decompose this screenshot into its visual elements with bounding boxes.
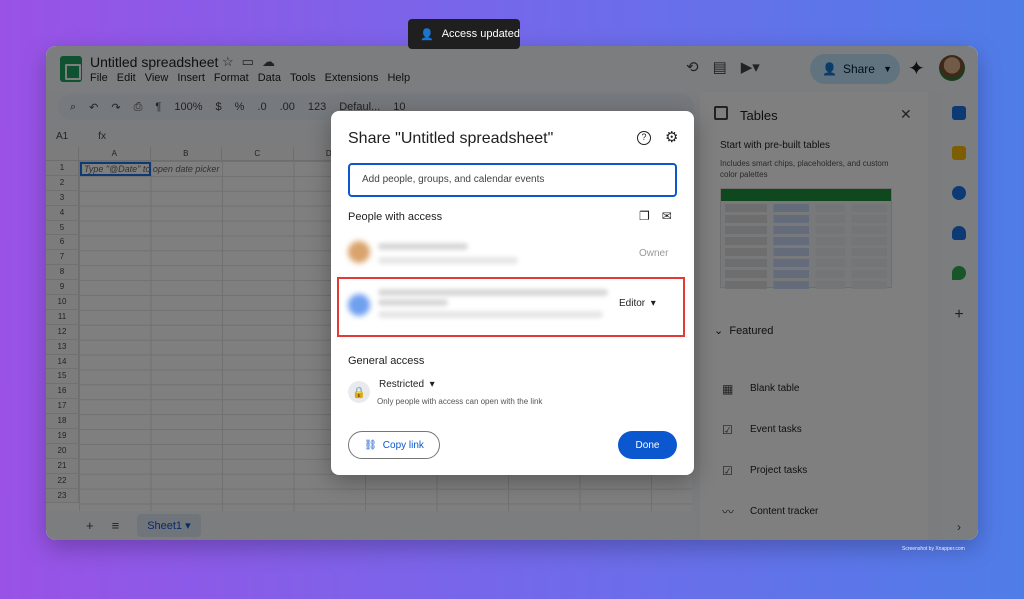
done-button[interactable]: Done xyxy=(618,431,677,459)
blurred-name xyxy=(378,243,468,250)
highlight-box xyxy=(337,277,685,337)
dialog-title: Share "Untitled spreadsheet" xyxy=(348,130,554,147)
copy-icon[interactable]: ❐ xyxy=(639,209,650,223)
restricted-description: Only people with access can open with th… xyxy=(377,397,543,406)
general-access-heading: General access xyxy=(348,355,425,367)
people-actions: ❐ ✉ xyxy=(639,209,672,223)
copy-link-label: Copy link xyxy=(382,439,424,451)
gear-icon[interactable]: ⚙ xyxy=(665,128,678,146)
copy-link-button[interactable]: ⛓ Copy link xyxy=(348,431,440,459)
access-updated-toast: 👤 Access updated xyxy=(408,19,520,49)
add-people-input[interactable]: Add people, groups, and calendar events xyxy=(348,163,677,197)
lock-icon: 🔒 xyxy=(348,381,370,403)
person-row-owner: Owner xyxy=(348,235,677,271)
screenshot-credit: Screenshot by Xnapper.com xyxy=(902,546,965,552)
email-icon[interactable]: ✉ xyxy=(662,209,672,223)
restricted-label: Restricted xyxy=(379,379,425,390)
blurred-email xyxy=(378,257,518,264)
access-select[interactable]: Restricted ▾ xyxy=(379,379,435,390)
share-dialog: Share "Untitled spreadsheet" ? ⚙ Add peo… xyxy=(331,111,694,475)
toast-text: Access updated xyxy=(441,28,520,40)
people-with-access-heading: People with access xyxy=(348,211,443,223)
person-icon: 👤 xyxy=(420,28,434,41)
avatar xyxy=(348,241,370,263)
owner-role: Owner xyxy=(639,248,669,259)
link-icon: ⛓ xyxy=(364,439,377,451)
chevron-down-icon: ▾ xyxy=(429,379,435,390)
help-icon[interactable]: ? xyxy=(637,131,651,145)
